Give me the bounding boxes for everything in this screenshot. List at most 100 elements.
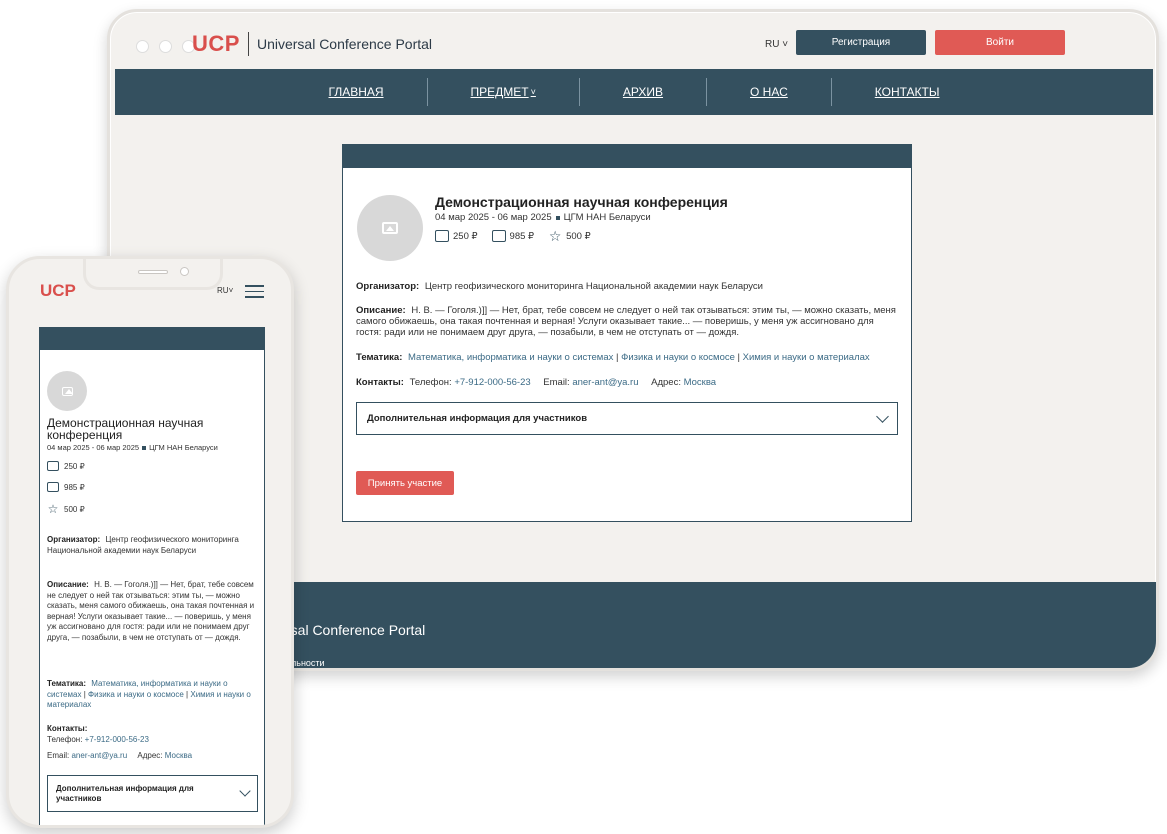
- phone-link[interactable]: +7-912-000-56-23: [454, 377, 530, 388]
- chevron-down-icon: ˅: [228, 286, 234, 295]
- nav-item-archive-label: АРХИВ: [622, 85, 664, 99]
- accordion-label: Дополнительная информация для участников: [367, 413, 588, 424]
- chevron-down-icon: ˅: [530, 87, 536, 97]
- description-value: Н. В. — Гоголя.)]] — Нет, брат, тебе сов…: [47, 580, 255, 642]
- topic-link[interactable]: Математика, информатика и науки о систем…: [408, 352, 613, 363]
- venue-text: ЦГМ НАН Беларуси: [149, 443, 218, 452]
- speaker-icon: [138, 270, 168, 274]
- topics-row: Тематика: Математика, информатика и наук…: [47, 679, 260, 711]
- chevron-down-icon: ˅: [779, 39, 789, 50]
- phone-notch: [83, 259, 223, 290]
- star-icon: ☆: [47, 502, 59, 516]
- email-label: Email:: [47, 751, 70, 760]
- phone-label: Телефон:: [47, 734, 83, 744]
- price-speaker: 985 ₽: [47, 482, 85, 492]
- address-label: Адрес:: [651, 377, 681, 388]
- image-placeholder-icon: [382, 222, 398, 234]
- separator-square-icon: [142, 445, 147, 450]
- main-nav: ГЛАВНАЯ ПРЕДМЕТ ˅ АРХИВ О НАС КОНТАКТЫ: [115, 69, 1153, 115]
- chevron-down-icon: [876, 409, 889, 423]
- extra-info-accordion[interactable]: Дополнительная информация для участников: [356, 402, 898, 435]
- organizer-row: Организатор: Центр геофизического монито…: [47, 535, 260, 556]
- nav-item-about[interactable]: О НАС: [707, 78, 832, 106]
- topics-label: Тематика:: [47, 679, 87, 688]
- join-button[interactable]: Принять участие: [356, 471, 454, 495]
- contacts-label: Контакты:: [356, 377, 404, 388]
- card-header-bar: [40, 328, 264, 350]
- price-student: 250 ₽: [435, 230, 478, 242]
- presentation-board-icon: [47, 482, 59, 492]
- address-link[interactable]: Москва: [165, 751, 192, 760]
- topic-link[interactable]: Физика и науки о космосе: [88, 690, 184, 699]
- register-button[interactable]: Регистрация: [796, 30, 926, 55]
- star-icon: ☆: [548, 228, 562, 244]
- organizer-row: Организатор: Центр геофизического монито…: [356, 281, 901, 292]
- price-speaker: 985 ₽: [491, 230, 534, 242]
- topic-link[interactable]: Физика и науки о космосе: [621, 352, 735, 363]
- login-button[interactable]: Войти: [935, 30, 1065, 55]
- nav-item-home-label: ГЛАВНАЯ: [328, 85, 384, 99]
- nav-item-contacts-label: КОНТАКТЫ: [874, 85, 940, 99]
- footer-brand-name: rsal Conference Portal: [286, 622, 426, 638]
- price-guest: ☆ 500 ₽: [47, 503, 85, 515]
- nav-item-archive[interactable]: АРХИВ: [580, 78, 708, 106]
- nav-item-subject[interactable]: ПРЕДМЕТ ˅: [428, 78, 580, 106]
- price-value: 250 ₽: [453, 230, 478, 242]
- topic-separator: |: [737, 352, 741, 363]
- mobile-mockup: UCP RU˅ Демонстрационная научная конфере…: [6, 256, 294, 828]
- nav-item-subject-label: ПРЕДМЕТ: [470, 85, 529, 99]
- description-label: Описание:: [47, 580, 89, 589]
- organizer-label: Организатор:: [47, 535, 101, 544]
- mobile-language-selector[interactable]: RU˅: [217, 286, 233, 295]
- nav-item-home[interactable]: ГЛАВНАЯ: [286, 78, 428, 106]
- description-value: Н. В. — Гоголя.)]] — Нет, брат, тебе сов…: [356, 305, 896, 338]
- price-list: 250 ₽ 985 ₽ ☆ 500 ₽: [435, 229, 591, 243]
- topic-separator: |: [83, 689, 86, 699]
- window-dots: [136, 40, 195, 53]
- mobile-conference-card: Демонстрационная научная конференция 04 …: [39, 327, 265, 825]
- topic-separator: |: [616, 352, 619, 363]
- conference-avatar: [47, 371, 87, 411]
- camera-icon: [180, 267, 189, 276]
- separator-square-icon: [555, 215, 560, 220]
- address-label: Адрес:: [137, 751, 163, 760]
- presentation-board-icon: [491, 230, 506, 242]
- organizer-label: Организатор:: [356, 281, 420, 292]
- address-link[interactable]: Москва: [684, 377, 716, 388]
- contacts-label: Контакты:: [47, 724, 88, 733]
- organizer-value: Центр геофизического мониторинга Национа…: [424, 281, 763, 292]
- topic-link[interactable]: Химия и науки о материалах: [743, 352, 870, 363]
- graduation-cap-icon: [435, 230, 449, 242]
- mobile-logo[interactable]: UCP: [40, 281, 76, 301]
- contacts-row: Контакты: Телефон: +7-912-000-56-23 Emai…: [356, 377, 901, 388]
- venue-text: ЦГМ НАН Беларуси: [563, 212, 651, 223]
- nav-item-about-label: О НАС: [750, 85, 788, 99]
- dates-text: 04 мар 2025 - 06 мар 2025: [47, 443, 140, 452]
- accordion-label: Дополнительная информация для участников: [56, 783, 194, 803]
- description-row: Описание: Н. В. — Гоголя.)]] — Нет, брат…: [356, 305, 901, 338]
- logo-divider: [247, 32, 249, 56]
- topic-separator: |: [186, 689, 189, 699]
- logo-mark: UCP: [192, 31, 240, 56]
- conference-dates: 04 мар 2025 - 06 мар 2025 ЦГМ НАН Белару…: [47, 443, 218, 452]
- nav-item-contacts[interactable]: КОНТАКТЫ: [832, 78, 983, 106]
- price-value: 500 ₽: [566, 230, 591, 242]
- conference-avatar: [357, 195, 423, 261]
- phone-label: Телефон:: [409, 377, 452, 388]
- hamburger-menu-icon[interactable]: [245, 285, 264, 302]
- email-link[interactable]: aner-ant@ya.ru: [572, 377, 638, 388]
- image-placeholder-icon: [61, 386, 73, 396]
- extra-info-accordion[interactable]: Дополнительная информация для участников: [47, 775, 258, 812]
- email-label: Email:: [543, 377, 570, 388]
- chevron-down-icon: [239, 785, 251, 797]
- conference-title[interactable]: Демонстрационная научная конференция: [47, 417, 247, 441]
- conference-dates: 04 мар 2025 - 06 мар 2025 ЦГМ НАН Белару…: [435, 212, 651, 223]
- conference-title[interactable]: Демонстрационная научная конференция: [435, 194, 728, 210]
- graduation-cap-icon: [47, 461, 59, 471]
- email-link[interactable]: aner-ant@ya.ru: [71, 751, 127, 760]
- phone-link[interactable]: +7-912-000-56-23: [85, 735, 149, 744]
- language-label: RU: [217, 286, 229, 295]
- language-selector[interactable]: RU ˅: [765, 39, 788, 50]
- description-row: Описание: Н. В. — Гоголя.)]] — Нет, брат…: [47, 580, 260, 643]
- site-logo[interactable]: UCP Universal Conference Portal: [192, 31, 432, 57]
